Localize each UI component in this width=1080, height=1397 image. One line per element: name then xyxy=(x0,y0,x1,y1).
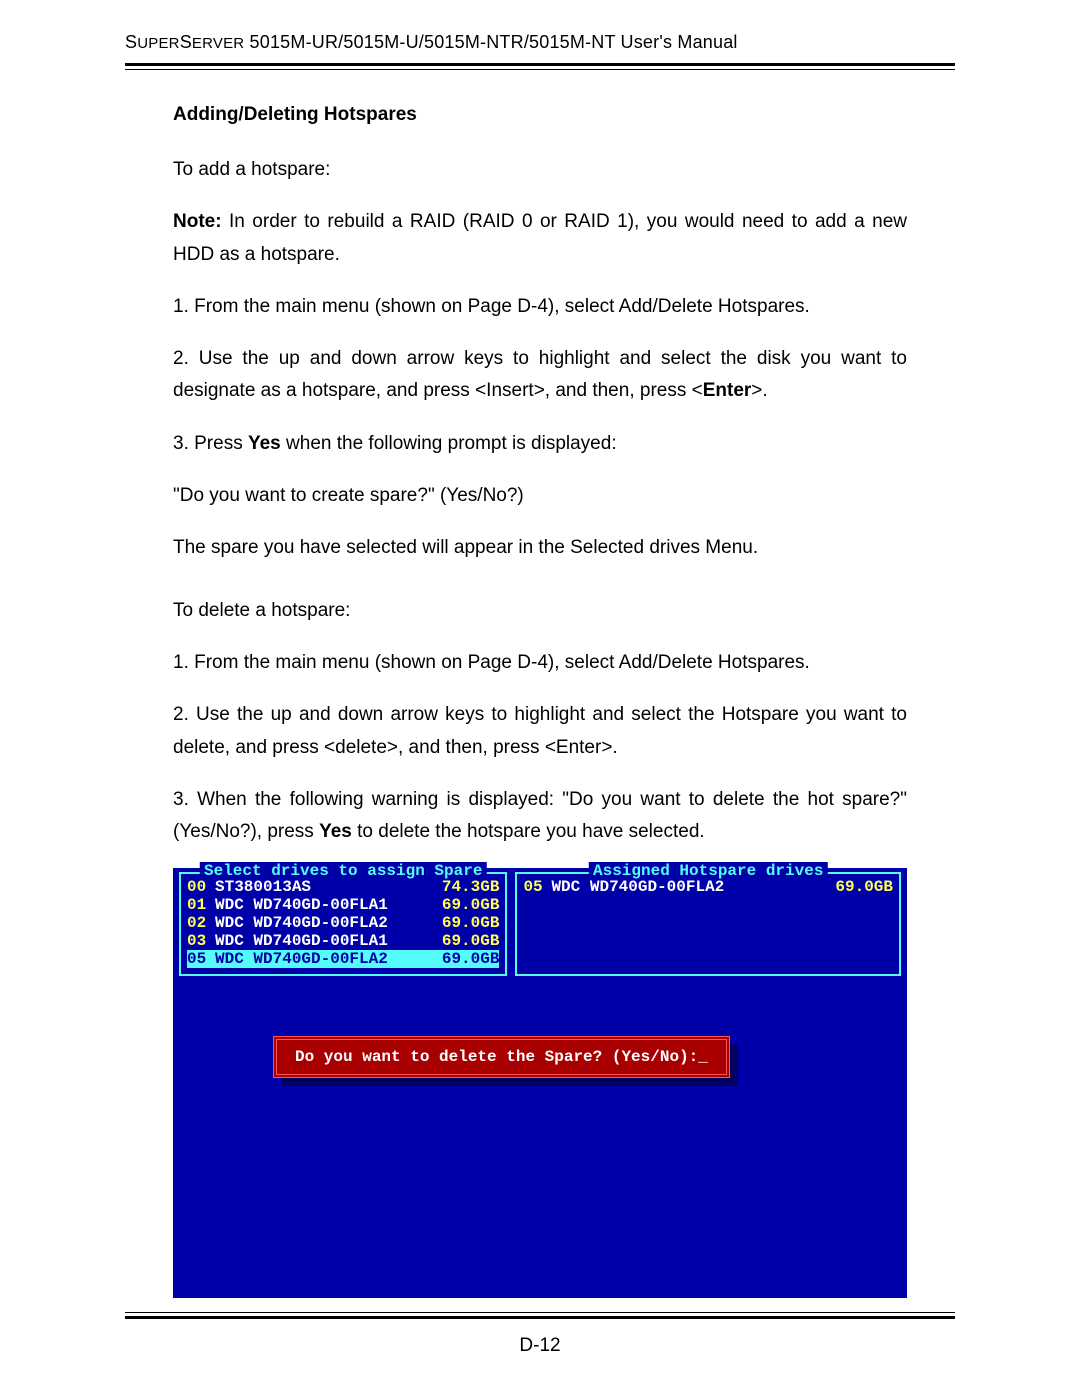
assigned-drives-title: Assigned Hotspare drives xyxy=(589,862,827,880)
para-result: The spare you have selected will appear … xyxy=(173,532,907,564)
header-brand-r1: UPER xyxy=(137,35,179,52)
assigned-drives-panel: Assigned Hotspare drives 05 WDC WD740GD-… xyxy=(515,872,901,976)
para-del-step-1: 1. From the main menu (shown on Page D-4… xyxy=(173,647,907,679)
drive-index: 00 xyxy=(187,878,215,896)
drive-index: 02 xyxy=(187,914,215,932)
para-del-step-3: 3. When the following warning is display… xyxy=(173,784,907,849)
header-brand-r2: ERVER xyxy=(192,35,244,52)
drive-index: 05 xyxy=(523,878,551,896)
drive-model: WDC WD740GD-00FLA2 xyxy=(215,950,429,968)
drive-model: WDC WD740GD-00FLA2 xyxy=(215,914,429,932)
step2-enter: Enter xyxy=(703,380,752,401)
drive-size: 69.0GB xyxy=(429,914,499,932)
para-del-step-2: 2. Use the up and down arrow keys to hig… xyxy=(173,699,907,764)
dialog-text: Do you want to delete the Spare? (Yes/No… xyxy=(295,1048,708,1066)
para-prompt: "Do you want to create spare?" (Yes/No?) xyxy=(173,480,907,512)
footer-rule xyxy=(125,1312,955,1319)
para-note: Note: In order to rebuild a RAID (RAID 0… xyxy=(173,206,907,271)
header-models: 5015M-UR/5015M-U/5015M-NTR/5015M-NT User… xyxy=(244,32,737,52)
para-add-intro: To add a hotspare: xyxy=(173,154,907,186)
drive-row[interactable]: 03 WDC WD740GD-00FLA1 69.0GB xyxy=(187,932,499,950)
para-step-3: 3. Press Yes when the following prompt i… xyxy=(173,428,907,460)
header-brand-s1: S xyxy=(125,32,137,52)
para-step-2: 2. Use the up and down arrow keys to hig… xyxy=(173,343,907,408)
drive-size: 69.0GB xyxy=(823,878,893,896)
section-title: Adding/Deleting Hotspares xyxy=(173,104,907,126)
drive-row[interactable]: 01 WDC WD740GD-00FLA1 69.0GB xyxy=(187,896,499,914)
select-drives-panel: Select drives to assign Spare 00 ST38001… xyxy=(179,872,507,976)
drive-size: 69.0GB xyxy=(429,932,499,950)
drive-row[interactable]: 02 WDC WD740GD-00FLA2 69.0GB xyxy=(187,914,499,932)
step3-yes: Yes xyxy=(248,433,281,454)
drive-model: WDC WD740GD-00FLA1 xyxy=(215,896,429,914)
drive-row[interactable]: 00 ST380013AS 74.3GB xyxy=(187,878,499,896)
para-step-1: 1. From the main menu (shown on Page D-4… xyxy=(173,291,907,323)
drive-row-selected[interactable]: 05 WDC WD740GD-00FLA2 69.0GB xyxy=(187,950,499,968)
step2-c: >. xyxy=(751,380,767,401)
step3-a: 3. Press xyxy=(173,433,248,454)
step3-c: when the following prompt is displayed: xyxy=(281,433,617,454)
drive-index: 01 xyxy=(187,896,215,914)
page-number: D-12 xyxy=(125,1335,955,1357)
bios-screenshot: Select drives to assign Spare 00 ST38001… xyxy=(173,868,907,1298)
drive-model: WDC WD740GD-00FLA1 xyxy=(215,932,429,950)
drive-model: ST380013AS xyxy=(215,878,429,896)
drive-size: 74.3GB xyxy=(429,878,499,896)
drive-model: WDC WD740GD-00FLA2 xyxy=(551,878,823,896)
note-label: Note: xyxy=(173,211,222,232)
para-delete-intro: To delete a hotspare: xyxy=(173,595,907,627)
header-rule xyxy=(125,63,955,70)
select-drives-title: Select drives to assign Spare xyxy=(200,862,486,880)
step2-a: 2. Use the up and down arrow keys to hig… xyxy=(173,348,907,401)
page-header: SUPERSERVER 5015M-UR/5015M-U/5015M-NTR/5… xyxy=(125,32,955,63)
drive-size: 69.0GB xyxy=(429,950,499,968)
del3-c: to delete the hotspare you have selected… xyxy=(352,821,705,842)
drive-row[interactable]: 05 WDC WD740GD-00FLA2 69.0GB xyxy=(523,878,893,896)
note-text: In order to rebuild a RAID (RAID 0 or RA… xyxy=(173,211,907,264)
content-area: Adding/Deleting Hotspares To add a hotsp… xyxy=(125,104,955,1312)
drive-index: 03 xyxy=(187,932,215,950)
del3-yes: Yes xyxy=(319,821,352,842)
header-brand-s2: S xyxy=(180,32,192,52)
confirm-dialog[interactable]: Do you want to delete the Spare? (Yes/No… xyxy=(273,1036,730,1078)
drive-index: 05 xyxy=(187,950,215,968)
drive-size: 69.0GB xyxy=(429,896,499,914)
